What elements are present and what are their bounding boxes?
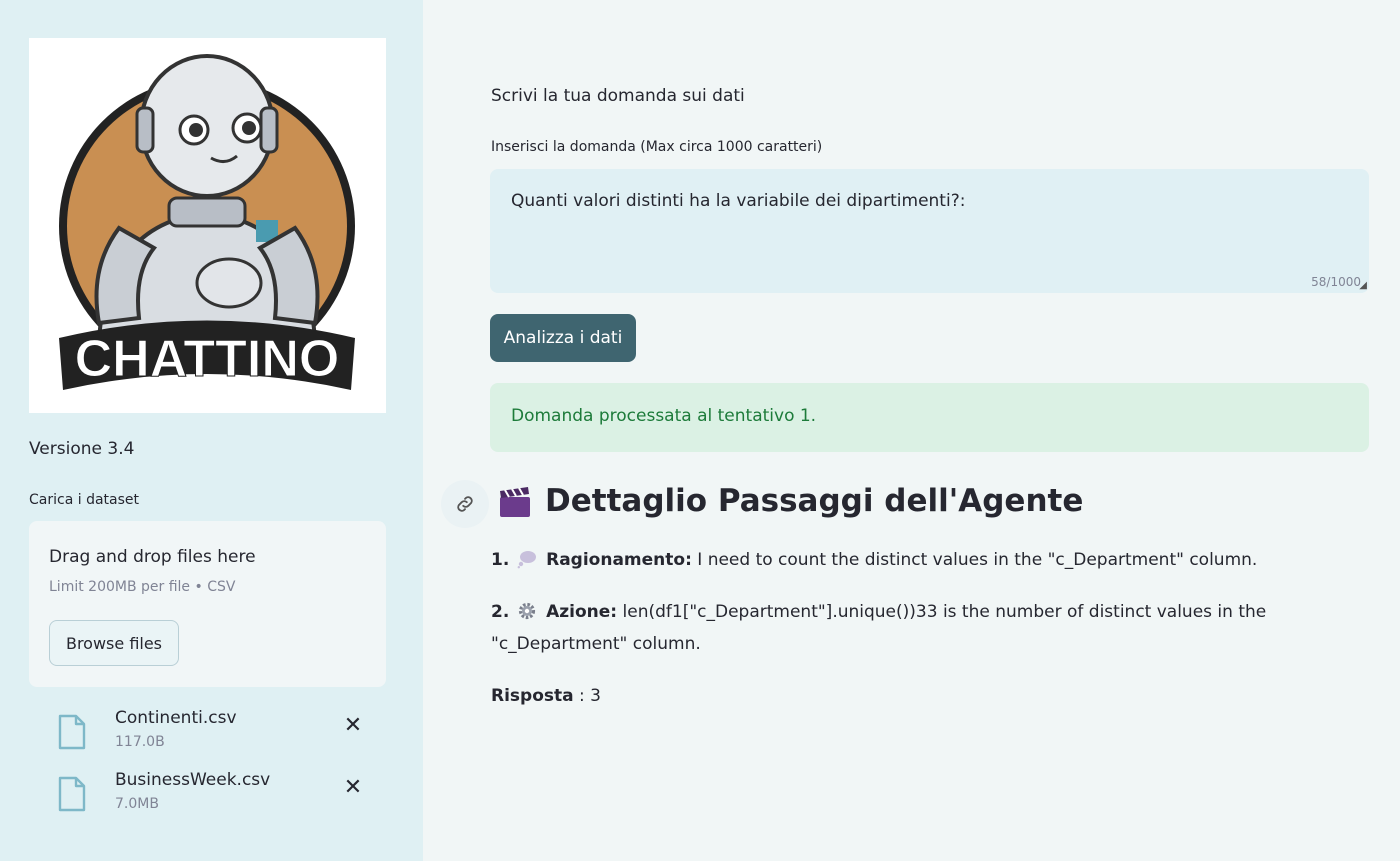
agent-step-reasoning: 1. Ragionamento: I need to count the dis… — [491, 544, 1291, 576]
chattino-logo: CHATTINO — [29, 38, 386, 413]
resize-handle-icon[interactable]: ◢ — [1359, 280, 1367, 291]
char-counter: 58/1000 — [1311, 275, 1361, 289]
logo-wordmark: CHATTINO — [75, 330, 340, 388]
file-name: Continenti.csv — [115, 708, 237, 728]
version-label: Versione 3.4 — [29, 439, 135, 459]
answer-value: : 3 — [579, 686, 601, 706]
main-content: Scrivi la tua domanda sui dati Inserisci… — [423, 0, 1400, 861]
dropzone-title: Drag and drop files here — [49, 547, 256, 567]
file-dropzone[interactable]: Drag and drop files here Limit 200MB per… — [29, 521, 386, 687]
success-message: Domanda processata al tentativo 1. — [511, 406, 817, 426]
step-label: Ragionamento: — [546, 550, 692, 570]
success-alert: Domanda processata al tentativo 1. — [490, 383, 1369, 452]
question-input-label: Inserisci la domanda (Max circa 1000 car… — [491, 139, 823, 155]
agent-step-action: 2. Azione: len(df1["c_Department"].uniqu… — [491, 596, 1291, 660]
uploaded-file-item: Continenti.csv 117.0B ✕ — [29, 706, 386, 762]
file-size: 117.0B — [115, 734, 165, 750]
step-text: I need to count the distinct values in t… — [697, 550, 1258, 570]
sidebar: CHATTINO Versione 3.4 Carica i dataset D… — [0, 0, 423, 861]
step-number: 2. — [491, 602, 510, 622]
clapperboard-icon — [500, 487, 530, 517]
robot-mascot-image: CHATTINO — [59, 54, 355, 390]
remove-file-icon[interactable]: ✕ — [339, 774, 367, 802]
heading-anchor-link[interactable] — [441, 480, 489, 528]
answer-line: Risposta : 3 — [491, 680, 1291, 712]
step-label: Azione: — [546, 602, 618, 622]
question-input[interactable]: Quanti valori distinti ha la variabile d… — [490, 169, 1369, 293]
dropzone-limit: Limit 200MB per file • CSV — [49, 579, 236, 595]
analyze-data-button[interactable]: Analizza i dati — [490, 314, 636, 362]
question-section-title: Scrivi la tua domanda sui dati — [491, 86, 745, 106]
step-number: 1. — [491, 550, 510, 570]
file-icon — [58, 714, 86, 750]
uploaded-file-item: BusinessWeek.csv 7.0MB ✕ — [29, 768, 386, 824]
file-name: BusinessWeek.csv — [115, 770, 271, 790]
agent-steps-heading: Dettaglio Passaggi dell'Agente — [545, 483, 1084, 519]
question-textarea-container: Quanti valori distinti ha la variabile d… — [490, 169, 1369, 293]
link-icon — [457, 496, 473, 512]
gear-icon — [518, 602, 535, 619]
browse-files-button[interactable]: Browse files — [49, 620, 179, 666]
thought-bubble-icon — [517, 550, 536, 568]
file-size: 7.0MB — [115, 796, 159, 812]
remove-file-icon[interactable]: ✕ — [339, 712, 367, 740]
file-icon — [58, 776, 86, 812]
answer-label: Risposta — [491, 686, 574, 706]
upload-label: Carica i dataset — [29, 492, 139, 508]
